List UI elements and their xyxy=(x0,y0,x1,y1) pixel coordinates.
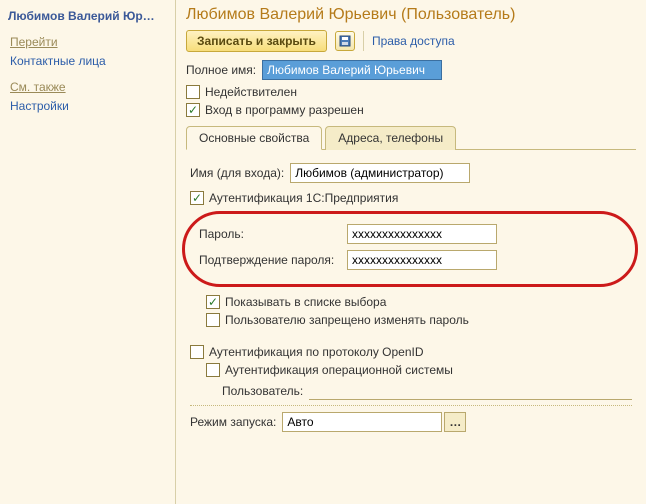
password-highlight-ring: Пароль: Подтверждение пароля: xyxy=(182,211,638,287)
password-input[interactable] xyxy=(347,224,497,244)
separator-line xyxy=(190,405,632,406)
auth-os-checkbox[interactable] xyxy=(206,363,220,377)
login-name-label: Имя (для входа): xyxy=(190,166,284,180)
toolbar: Записать и закрыть Права доступа xyxy=(186,30,636,52)
auth-openid-label: Аутентификация по протоколу OpenID xyxy=(209,345,424,359)
show-in-list-label: Показывать в списке выбора xyxy=(225,295,386,309)
login-allowed-checkbox[interactable]: ✓ xyxy=(186,103,200,117)
launch-mode-select-button[interactable]: … xyxy=(444,412,466,432)
toolbar-separator xyxy=(363,31,364,51)
login-allowed-label: Вход в программу разрешен xyxy=(205,103,364,117)
inactive-checkbox[interactable] xyxy=(186,85,200,99)
sidebar-item-settings[interactable]: Настройки xyxy=(8,96,167,116)
confirm-password-label: Подтверждение пароля: xyxy=(199,253,339,267)
inactive-label: Недействителен xyxy=(205,85,297,99)
save-and-close-button[interactable]: Записать и закрыть xyxy=(186,30,327,52)
access-rights-link[interactable]: Права доступа xyxy=(372,34,455,48)
auth-openid-checkbox[interactable] xyxy=(190,345,204,359)
confirm-password-input[interactable] xyxy=(347,250,497,270)
main-panel: Любимов Валерий Юрьевич (Пользователь) З… xyxy=(176,0,646,504)
save-icon-button[interactable] xyxy=(335,31,355,51)
tab-address[interactable]: Адреса, телефоны xyxy=(325,126,456,150)
floppy-icon xyxy=(339,35,351,47)
page-title: Любимов Валерий Юрьевич (Пользователь) xyxy=(186,6,636,24)
fullname-label: Полное имя: xyxy=(186,63,256,77)
login-name-input[interactable] xyxy=(290,163,470,183)
auth-1c-checkbox[interactable]: ✓ xyxy=(190,191,204,205)
sidebar-title: Любимов Валерий Юр… xyxy=(8,6,167,26)
password-label: Пароль: xyxy=(199,227,339,241)
sidebar-section-seealso: См. также xyxy=(8,75,167,96)
sidebar-section-goto: Перейти xyxy=(8,30,167,51)
sidebar-item-contacts[interactable]: Контактные лица xyxy=(8,51,167,71)
launch-mode-input[interactable] xyxy=(282,412,442,432)
os-user-label: Пользователь: xyxy=(222,384,303,398)
cant-change-password-checkbox[interactable] xyxy=(206,313,220,327)
os-user-field[interactable] xyxy=(309,382,632,400)
auth-1c-label: Аутентификация 1С:Предприятия xyxy=(209,191,398,205)
launch-mode-label: Режим запуска: xyxy=(190,415,276,429)
fullname-input[interactable] xyxy=(262,60,442,80)
cant-change-password-label: Пользователю запрещено изменять пароль xyxy=(225,313,469,327)
show-in-list-checkbox[interactable]: ✓ xyxy=(206,295,220,309)
auth-os-label: Аутентификация операционной системы xyxy=(225,363,453,377)
sidebar: Любимов Валерий Юр… Перейти Контактные л… xyxy=(0,0,176,504)
tabs: Основные свойства Адреса, телефоны xyxy=(186,125,636,150)
tab-content-main: Имя (для входа): ✓ Аутентификация 1С:Пре… xyxy=(186,150,636,441)
tab-main[interactable]: Основные свойства xyxy=(186,126,322,150)
